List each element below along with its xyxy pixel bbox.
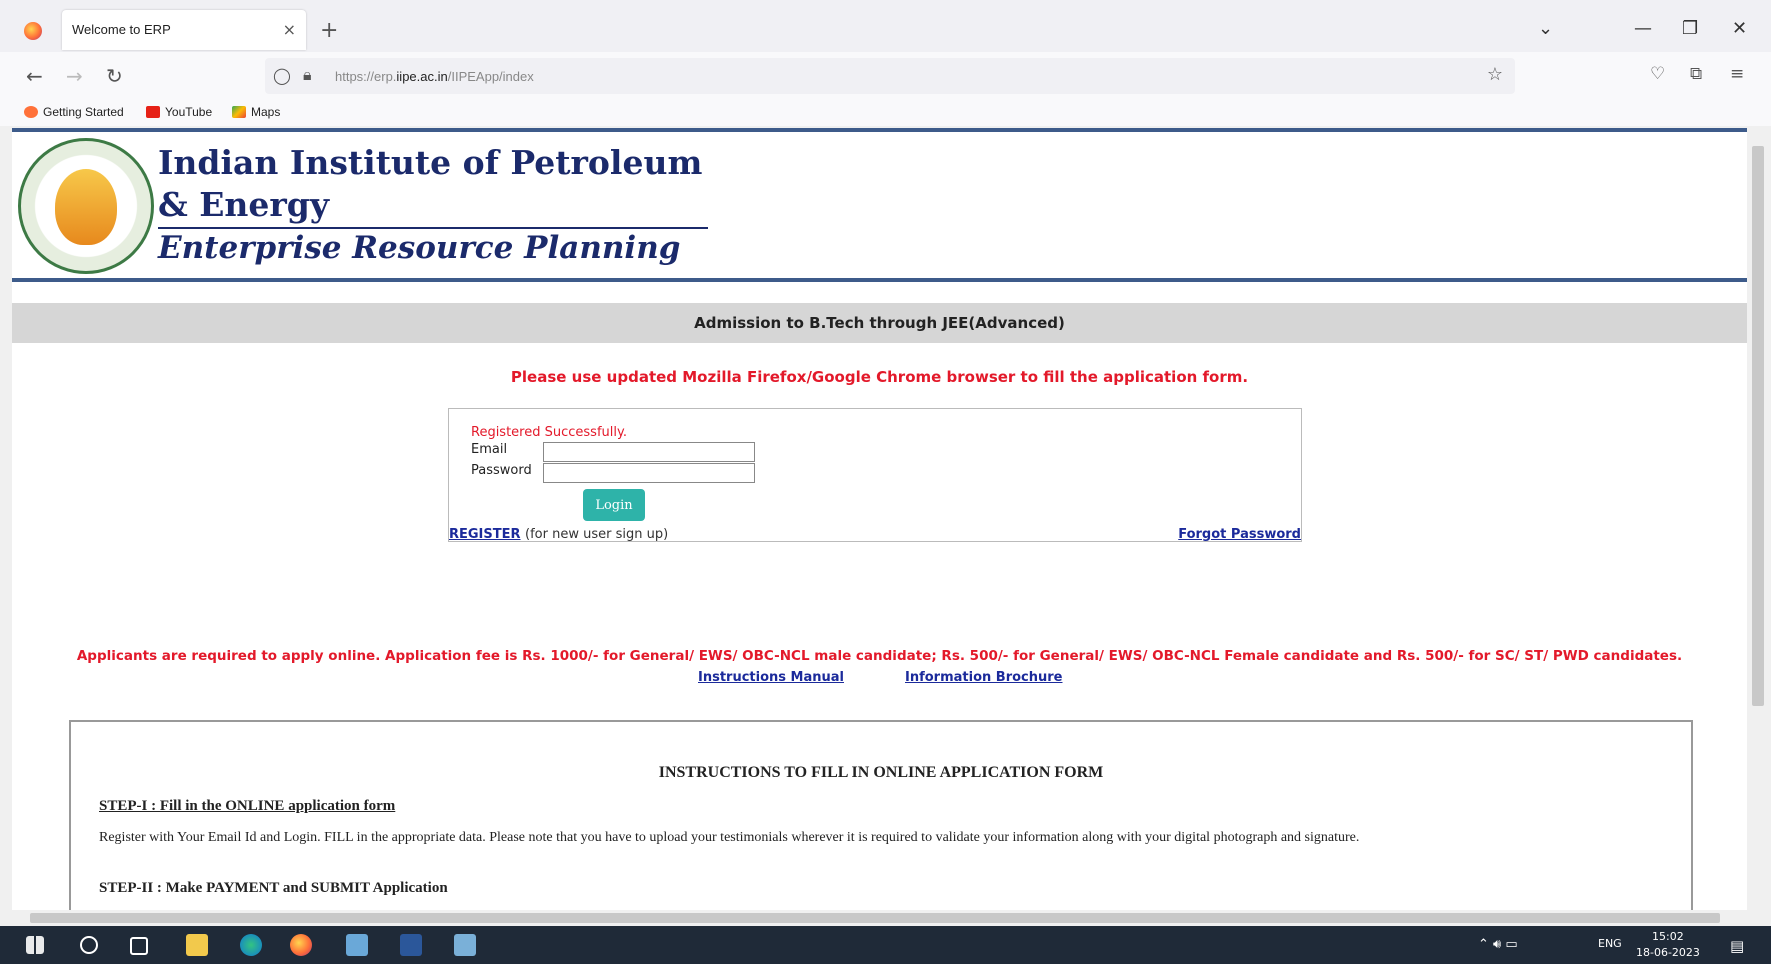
browser-tab-bar: Welcome to ERP × + ⌄ — ❐ ✕ (0, 0, 1771, 53)
scrollbar-thumb[interactable] (1752, 146, 1764, 706)
tab-title: Welcome to ERP (72, 22, 171, 37)
page-title: Admission to B.Tech through JEE(Advanced… (694, 314, 1065, 332)
lock-icon[interactable]: 🔒︎ (303, 65, 312, 85)
tray-icons[interactable]: ⌃ 🔊︎ ▭ (1478, 937, 1518, 952)
email-label: Email (471, 442, 508, 457)
page-content: Indian Institute of Petroleum & Energy E… (12, 128, 1747, 910)
header-divider (12, 278, 1747, 282)
tab-close-icon[interactable]: × (283, 20, 296, 39)
navigation-bar: ← → ↻ ◯ 🔒︎ https://erp.iipe.ac.in/IIPEAp… (0, 52, 1771, 100)
notification-icon[interactable]: ▤ (1730, 937, 1744, 955)
register-note: (for new user sign up) (525, 527, 669, 542)
erp-subtitle: Enterprise Resource Planning (158, 230, 681, 266)
close-window-icon[interactable]: ✕ (1732, 18, 1747, 39)
institute-logo (18, 138, 154, 274)
instructions-panel: INSTRUCTIONS TO FILL IN ONLINE APPLICATI… (69, 720, 1693, 910)
extensions-icon[interactable]: ⧉ (1690, 64, 1702, 84)
email-field[interactable] (543, 442, 755, 462)
minimize-icon[interactable]: — (1634, 18, 1652, 39)
firefox-icon (24, 106, 38, 118)
step-two-title: STEP-II : Make PAYMENT and SUBMIT Applic… (99, 880, 448, 896)
login-button[interactable]: Login (583, 489, 645, 521)
url-text: https://erp.iipe.ac.in/IIPEApp/index (335, 69, 534, 84)
clock-time[interactable]: 15:02 (1652, 930, 1684, 943)
instructions-manual-link[interactable]: Instructions Manual (698, 670, 844, 685)
registration-message: Registered Successfully. (471, 425, 627, 440)
institute-title: Indian Institute of Petroleum & Energy (158, 143, 703, 224)
admission-band: Admission to B.Tech through JEE(Advanced… (12, 303, 1747, 343)
forward-icon[interactable]: → (66, 64, 83, 88)
shield-icon[interactable]: ◯ (273, 66, 291, 85)
app-icon[interactable] (454, 934, 476, 956)
start-icon[interactable] (26, 936, 44, 954)
chevron-down-icon[interactable]: ⌄ (1538, 18, 1553, 39)
address-bar[interactable]: ◯ 🔒︎ https://erp.iipe.ac.in/IIPEApp/inde… (265, 58, 1515, 94)
reload-icon[interactable]: ↻ (106, 64, 123, 88)
app-icon[interactable] (346, 934, 368, 956)
clock-date[interactable]: 18-06-2023 (1636, 946, 1700, 959)
bookmark-getting-started[interactable]: Getting Started (24, 105, 124, 119)
restore-icon[interactable]: ❐ (1682, 18, 1698, 39)
bookmark-star-icon[interactable]: ☆ (1487, 64, 1503, 85)
browser-warning: Please use updated Mozilla Firefox/Googl… (510, 368, 1249, 386)
edge-icon[interactable] (240, 934, 262, 956)
word-icon[interactable] (400, 934, 422, 956)
fee-notice: Applicants are required to apply online.… (76, 648, 1683, 664)
language-indicator[interactable]: ENG (1598, 937, 1622, 950)
windows-taskbar: ⌃ 🔊︎ ▭ ENG 15:02 18-06-2023 ▤ (0, 926, 1771, 964)
pocket-icon[interactable]: ♡ (1650, 64, 1665, 84)
horizontal-scrollbar[interactable] (12, 910, 1748, 926)
title-underline (158, 227, 708, 229)
bookmark-maps[interactable]: Maps (232, 105, 280, 119)
browser-tab[interactable]: Welcome to ERP × (62, 10, 306, 50)
task-view-icon[interactable] (130, 937, 148, 955)
step-one-title: STEP-I : Fill in the ONLINE application … (99, 798, 396, 814)
logo-flame-icon (55, 169, 117, 245)
instructions-title: INSTRUCTIONS TO FILL IN ONLINE APPLICATI… (658, 764, 1104, 781)
login-form: Registered Successfully. Email Password … (448, 408, 1302, 542)
search-icon[interactable] (80, 936, 98, 954)
password-field[interactable] (543, 463, 755, 483)
register-link[interactable]: REGISTER (449, 527, 521, 542)
maps-icon (232, 106, 246, 118)
password-label: Password (471, 463, 532, 478)
back-icon[interactable]: ← (26, 64, 43, 88)
scrollbar-thumb[interactable] (30, 913, 1720, 923)
new-tab-icon[interactable]: + (320, 18, 338, 43)
youtube-icon (146, 106, 160, 118)
firefox-taskbar-icon[interactable] (290, 934, 312, 956)
firefox-icon[interactable] (24, 22, 42, 40)
header-divider (12, 128, 1747, 132)
forgot-password-link[interactable]: Forgot Password (1178, 527, 1301, 542)
information-brochure-link[interactable]: Information Brochure (905, 670, 1063, 685)
vertical-scrollbar[interactable] (1748, 128, 1768, 910)
step-one-text: Register with Your Email Id and Login. F… (99, 830, 1360, 845)
bookmarks-bar: Getting Started YouTube Maps (0, 100, 1771, 126)
menu-icon[interactable]: ≡ (1730, 64, 1744, 84)
file-explorer-icon[interactable] (186, 934, 208, 956)
bookmark-youtube[interactable]: YouTube (146, 105, 212, 119)
